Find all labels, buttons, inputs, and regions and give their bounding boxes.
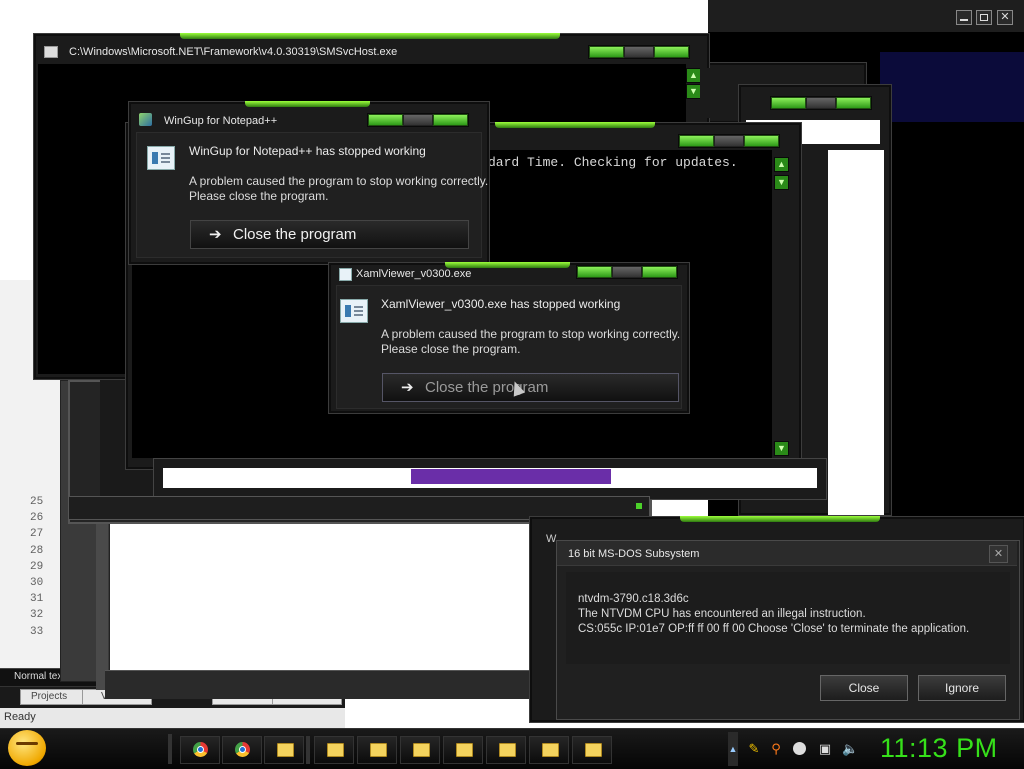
magnifier-icon[interactable]: ⚲ [768, 741, 784, 757]
smsvchost-scroll-up[interactable]: ▲ [686, 68, 701, 83]
console-glow [495, 122, 655, 128]
taskbar-clock[interactable]: 11:13 PM [880, 733, 998, 764]
line-number: 32 [30, 609, 44, 622]
taskbar-folder-5[interactable] [443, 736, 483, 764]
console-scroll-up[interactable]: ▲ [774, 157, 789, 172]
ready-text: Ready [4, 711, 36, 723]
taskbar-folder-6[interactable] [486, 736, 526, 764]
chrome-icon [193, 742, 208, 757]
smsvchost-title: C:\Windows\Microsoft.NET\Framework\v4.0.… [69, 46, 398, 58]
taskbar-folder-8[interactable] [572, 736, 612, 764]
ntvdm-close-button[interactable]: Close [820, 675, 908, 701]
xaml-close-program-label: Close the program [425, 379, 549, 396]
wingup-heading: WinGup for Notepad++ has stopped working [189, 144, 426, 158]
ntvdm-back-letters: W [546, 533, 557, 545]
start-orb-face [16, 742, 38, 745]
xaml-heading: XamlViewer_v0300.exe has stopped working [381, 297, 621, 311]
wingup-message: A problem caused the program to stop wor… [189, 174, 489, 203]
quicklaunch-bar [168, 734, 172, 764]
close-icon[interactable]: ✕ [989, 545, 1008, 563]
xaml-controls[interactable] [576, 265, 678, 279]
folder-icon [499, 743, 516, 757]
wingup-glow [245, 101, 370, 107]
chrome-icon [235, 742, 250, 757]
bg-frame-3 [105, 670, 530, 699]
taskbar-chrome-1[interactable] [180, 736, 220, 764]
smsvchost-glow [180, 33, 560, 39]
stack-b-white-body [828, 150, 884, 515]
lower-frame-grip [636, 503, 642, 509]
xaml-close-program-button[interactable]: ➔ Close the program [382, 373, 679, 402]
smsvchost-controls[interactable] [588, 45, 690, 59]
console-text: dard Time. Checking for updates. [488, 155, 738, 170]
messenger-icon[interactable] [792, 741, 808, 757]
ntvdm-title: 16 bit MS-DOS Subsystem [568, 548, 700, 560]
line-number: 28 [30, 544, 44, 557]
start-orb-icon[interactable] [8, 730, 46, 766]
editor-text-area [70, 520, 530, 690]
xaml-message: A problem caused the program to stop wor… [381, 327, 681, 356]
line-number: 33 [30, 625, 44, 638]
line-number: 27 [30, 528, 44, 541]
network-icon[interactable]: ▣ [817, 741, 833, 757]
wingup-controls[interactable] [367, 113, 469, 127]
taskbar-chrome-2[interactable] [222, 736, 262, 764]
bg-navy-strip [880, 52, 1024, 122]
arrow-right-icon: ➔ [401, 379, 414, 396]
smsvchost-scroll-down[interactable]: ▼ [686, 84, 701, 99]
console-icon [44, 46, 58, 58]
taskbar-folder-4[interactable] [400, 736, 440, 764]
close-icon[interactable]: ✕ [997, 10, 1013, 25]
folder-icon [585, 743, 602, 757]
xaml-title-icon [339, 268, 352, 281]
progress-bar [411, 469, 611, 484]
ready-bar [0, 708, 345, 728]
pencil-icon[interactable]: ✎ [746, 741, 762, 757]
console-controls[interactable] [678, 134, 780, 148]
wingup-close-program-button[interactable]: ➔ Close the program [190, 220, 469, 249]
minimize-icon[interactable] [956, 10, 972, 25]
line-number: 31 [30, 593, 44, 606]
folder-icon [370, 743, 387, 757]
taskbar-folder-7[interactable] [529, 736, 569, 764]
stack-b-controls[interactable] [770, 96, 872, 110]
folder-icon [327, 743, 344, 757]
wingup-title-icon [139, 113, 152, 126]
editor-tab-projects[interactable]: Projects [20, 689, 88, 705]
console-scroll-down[interactable]: ▼ [774, 175, 789, 190]
line-number: 26 [30, 512, 44, 525]
wingup-app-icon [147, 146, 175, 170]
volume-icon[interactable]: 🔈 [842, 741, 858, 757]
folder-icon [413, 743, 430, 757]
smsvchost-scroll-track [700, 68, 730, 118]
taskbar-folder-3[interactable] [357, 736, 397, 764]
folder-icon [456, 743, 473, 757]
folder-icon [542, 743, 559, 757]
arrow-right-icon: ➔ [209, 226, 222, 243]
ntvdm-line1: ntvdm-3790.c18.3d6c [578, 593, 689, 605]
taskbar-folder-1[interactable] [264, 736, 304, 764]
taskbar-folder-2[interactable] [314, 736, 354, 764]
console-scroll-bottom[interactable]: ▼ [774, 441, 789, 456]
xaml-app-icon [340, 299, 368, 323]
ntvdm-back-glow [680, 516, 880, 522]
line-number: 30 [30, 577, 44, 589]
folder-icon [277, 743, 294, 757]
tray-expand-icon[interactable]: ▲ [728, 732, 738, 766]
ntvdm-line2: The NTVDM CPU has encountered an illegal… [578, 608, 866, 620]
bg-frame-2 [96, 520, 108, 690]
ntvdm-ignore-button[interactable]: Ignore [918, 675, 1006, 701]
xaml-title: XamlViewer_v0300.exe [356, 268, 472, 280]
wingup-close-program-label: Close the program [233, 226, 357, 243]
maximize-icon[interactable] [976, 10, 992, 25]
line-number: 29 [30, 560, 44, 573]
wingup-title: WinGup for Notepad++ [164, 115, 278, 127]
ntvdm-line3: CS:055c IP:01e7 OP:ff ff 00 ff 00 Choose… [578, 623, 970, 635]
line-number: 25 [30, 496, 44, 508]
taskbar-separator [306, 736, 310, 764]
